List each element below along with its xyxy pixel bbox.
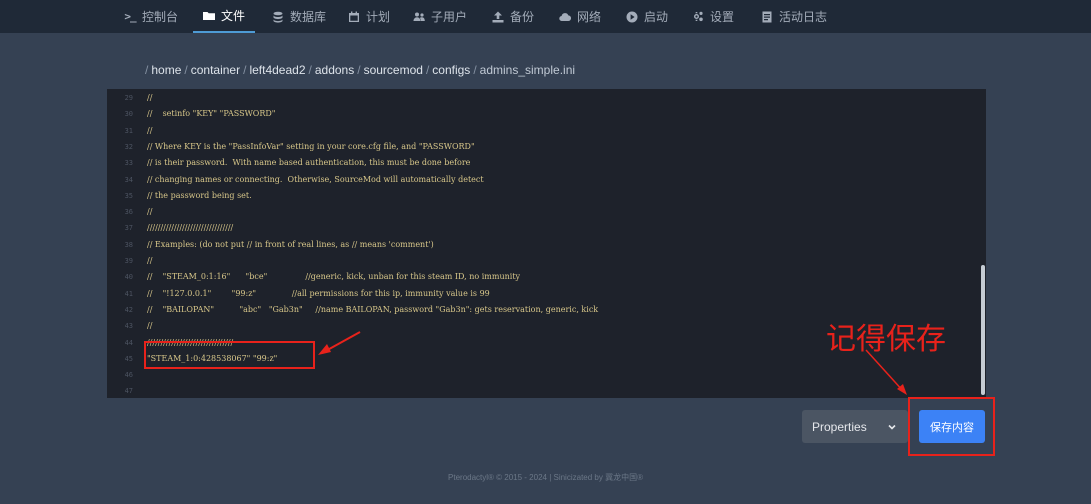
line-number: 30	[124, 110, 133, 119]
code-line[interactable]: // Where KEY is the "PassInfoVar" settin…	[147, 139, 475, 155]
database-icon	[272, 11, 284, 23]
line-number: 46	[124, 371, 133, 380]
annotation-highlight-box	[144, 341, 315, 369]
breadcrumb-separator: /	[145, 63, 149, 77]
nav-item-network[interactable]: 网络	[559, 0, 601, 33]
line-number: 37	[124, 224, 133, 233]
nav-item-label: 控制台	[142, 10, 179, 24]
line-number: 41	[124, 289, 133, 298]
line-number: 29	[124, 94, 133, 102]
line-number: 36	[124, 208, 133, 217]
line-number: 32	[124, 142, 133, 151]
breadcrumb-segment-left4dead2[interactable]: left4dead2	[249, 63, 305, 77]
calendar-icon	[348, 11, 360, 23]
breadcrumb-segment-addons[interactable]: addons	[315, 63, 354, 77]
nav-item-console[interactable]: >_ 控制台	[124, 0, 178, 33]
editor-scrollbar[interactable]	[978, 89, 986, 398]
nav-item-subusers[interactable]: 子用户	[413, 0, 467, 33]
cloud-icon	[559, 11, 571, 23]
nav-item-activity[interactable]: 活动日志	[761, 0, 827, 33]
play-circle-icon	[626, 11, 638, 23]
breadcrumb-segment-home[interactable]: home	[151, 63, 181, 77]
code-line[interactable]: //	[147, 90, 152, 106]
top-nav: >_ 控制台 文件 数据库 计划 子用户 备份 网络 启动 设置 活动日志	[0, 0, 1091, 33]
nav-item-label: 设置	[710, 10, 735, 24]
breadcrumb-segment-container[interactable]: container	[191, 63, 240, 77]
line-number: 44	[124, 338, 133, 347]
breadcrumb-segment-configs[interactable]: configs	[432, 63, 470, 77]
line-number: 34	[124, 175, 133, 184]
upload-icon	[492, 11, 504, 23]
users-icon	[413, 11, 425, 23]
code-line[interactable]: // "STEAM_0:1:16" "bce" //generic, kick,…	[147, 269, 520, 285]
language-select[interactable]: Properties	[802, 410, 908, 443]
breadcrumb-separator: /	[425, 63, 430, 77]
breadcrumb-separator: /	[473, 63, 477, 77]
breadcrumb-separator: /	[184, 63, 188, 77]
nav-item-label: 计划	[366, 10, 391, 24]
code-line[interactable]: // changing names or connecting. Otherwi…	[147, 172, 484, 188]
code-line[interactable]: //	[147, 123, 152, 139]
nav-item-label: 活动日志	[779, 10, 828, 24]
breadcrumb-segment-sourcemod[interactable]: sourcemod	[364, 63, 423, 77]
cogs-icon	[692, 11, 704, 23]
breadcrumb-current-file: admins_simple.ini	[479, 63, 576, 77]
line-number: 42	[124, 305, 133, 314]
nav-item-label: 数据库	[290, 10, 327, 24]
line-number: 47	[124, 387, 133, 396]
code-line[interactable]: // "!127.0.0.1" "99:z" //all permissions…	[147, 286, 490, 302]
code-line[interactable]: //	[147, 318, 152, 334]
language-select-value: Properties	[812, 419, 867, 434]
line-number: 45	[124, 354, 133, 363]
nav-item-label: 启动	[644, 10, 669, 24]
code-line[interactable]: //	[147, 204, 152, 220]
code-line[interactable]: // is their password. With name based au…	[147, 155, 470, 171]
line-number: 39	[124, 257, 133, 265]
nav-item-startup[interactable]: 启动	[626, 0, 668, 33]
nav-item-settings[interactable]: 设置	[692, 0, 734, 33]
nav-item-label: 备份	[510, 10, 535, 24]
code-line[interactable]: //	[147, 253, 152, 269]
line-number: 33	[124, 159, 133, 168]
nav-item-databases[interactable]: 数据库	[272, 0, 326, 33]
annotation-text: 记得保存	[826, 323, 946, 356]
nav-item-schedules[interactable]: 计划	[348, 0, 390, 33]
nav-item-label: 网络	[577, 10, 602, 24]
file-icon	[761, 11, 773, 23]
nav-item-backups[interactable]: 备份	[492, 0, 534, 33]
code-line[interactable]: // setinfo "KEY" "PASSWORD"	[147, 106, 275, 122]
line-number: 31	[124, 126, 133, 135]
breadcrumb-separator: /	[308, 63, 312, 77]
breadcrumb-separator: /	[243, 63, 247, 77]
folder-icon	[203, 10, 215, 22]
breadcrumb-separator: /	[357, 63, 361, 77]
nav-item-label: 子用户	[431, 10, 468, 24]
chevron-down-icon	[888, 420, 896, 434]
save-content-button[interactable]: 保存内容	[919, 410, 985, 443]
code-line[interactable]: // Examples: (do not put // in front of …	[147, 237, 434, 253]
nav-item-files[interactable]: 文件	[193, 0, 256, 33]
editor-scrollbar-thumb[interactable]	[981, 265, 985, 395]
line-number: 35	[124, 191, 133, 200]
code-line[interactable]: ////////////////////////////////	[147, 220, 233, 236]
breadcrumb: / home / container / left4dead2 / addons…	[142, 62, 575, 78]
code-line[interactable]: // the password being set.	[147, 188, 252, 204]
line-number: 43	[124, 322, 133, 331]
line-number: 38	[124, 240, 133, 249]
nav-item-label: 文件	[221, 9, 246, 23]
line-number: 40	[124, 273, 133, 282]
footer-copyright: Pterodactyl® © 2015 - 2024 | Sinicizated…	[448, 473, 643, 482]
terminal-icon: >_	[124, 10, 136, 23]
code-line[interactable]: // "BAILOPAN" "abc" "Gab3n" //name BAILO…	[147, 302, 598, 318]
